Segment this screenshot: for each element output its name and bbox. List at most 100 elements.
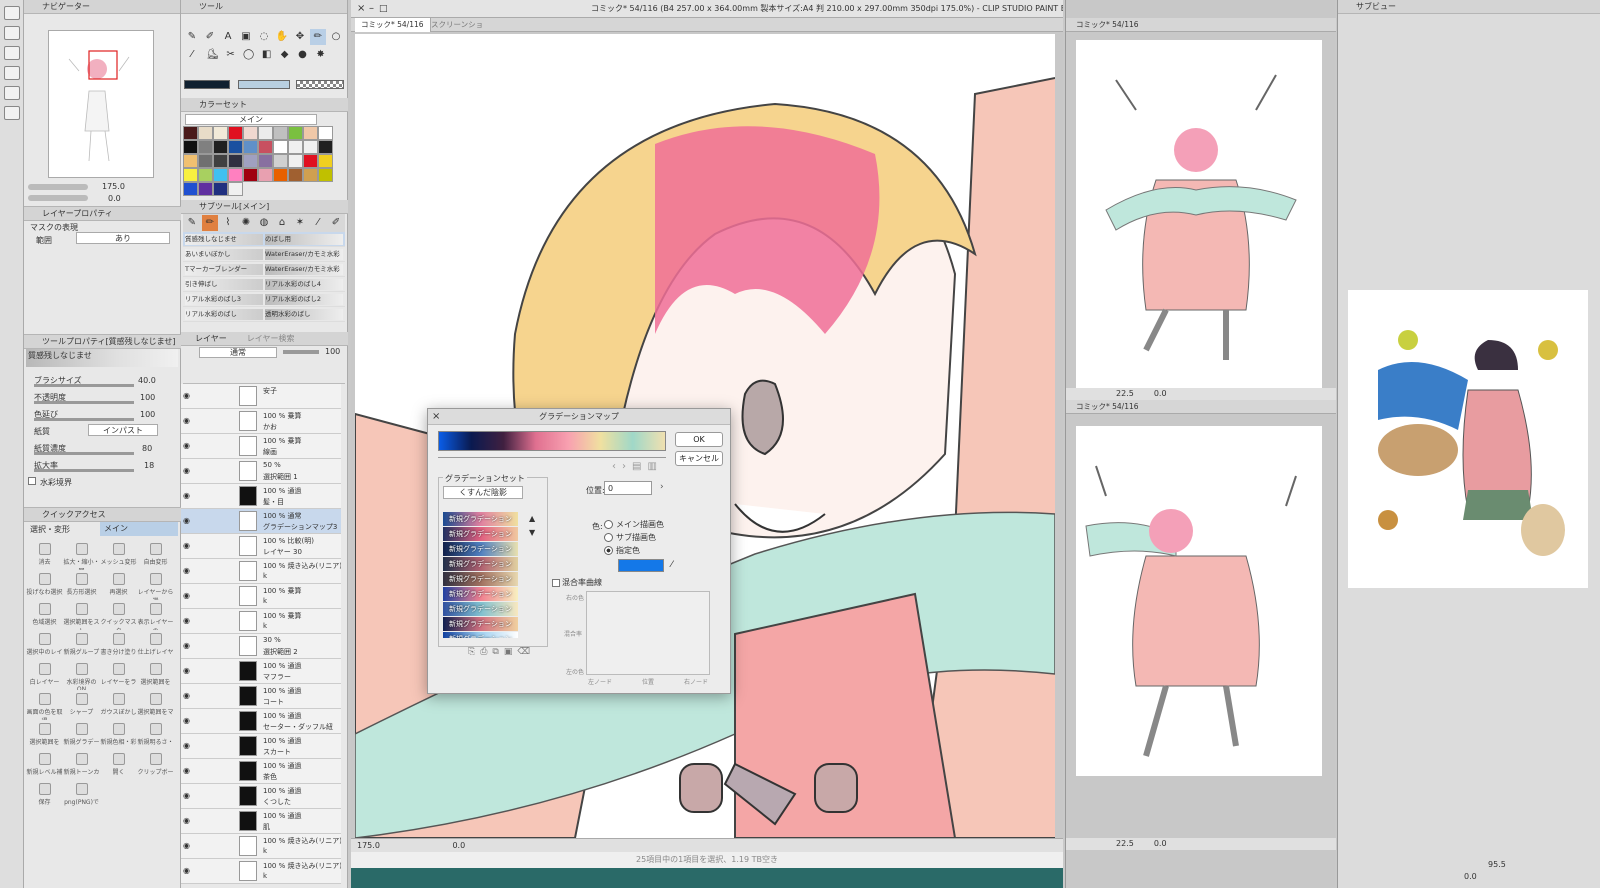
color-swatch[interactable]	[183, 168, 198, 182]
gradient-set-select[interactable]: くすんだ陰影	[443, 486, 523, 499]
quick-access-item[interactable]: クリップボー	[137, 750, 174, 780]
color-swatch[interactable]	[198, 154, 213, 168]
quick-access-item[interactable]: 長方形選択	[63, 570, 100, 600]
checkbox[interactable]	[552, 578, 560, 587]
position-next-icon[interactable]: ›	[660, 482, 664, 492]
param-paper-density[interactable]: 紙質濃度 80	[24, 440, 181, 457]
range-select[interactable]: あり	[76, 232, 170, 244]
subtool-item[interactable]: リアル水彩のばし	[185, 309, 263, 320]
main-color-chip[interactable]	[184, 80, 230, 89]
gradient-preset-item[interactable]: 新規グラデーション 4	[443, 632, 518, 638]
right-view-1-page[interactable]	[1076, 40, 1322, 388]
airbrush-subtool-icon[interactable]: ⌂	[274, 215, 290, 231]
quick-access-item[interactable]: シャープ	[63, 690, 100, 720]
color-swatch[interactable]	[228, 154, 243, 168]
splash-subtool-icon[interactable]: ✺	[238, 215, 254, 231]
tab-layer-search[interactable]: レイヤー検索	[247, 334, 295, 343]
info-icon[interactable]	[4, 106, 20, 120]
quick-access-item[interactable]: 仕上げレイヤー	[137, 630, 174, 660]
color-swatch[interactable]	[318, 140, 333, 154]
color-swatch[interactable]	[303, 140, 318, 154]
color-swatch[interactable]	[318, 154, 333, 168]
color-swatch[interactable]	[318, 168, 333, 182]
layer-row[interactable]: ◉ 30 % 選択範囲 2	[181, 634, 341, 659]
layer-row[interactable]: ◉ 100 % 乗算 k	[181, 584, 341, 609]
layer-blend-select[interactable]: 通常	[199, 347, 277, 358]
sub-color-chip[interactable]	[238, 80, 290, 89]
spray-subtool-icon[interactable]: ✶	[292, 215, 308, 231]
blend-subtool-icon[interactable]: ✏	[202, 215, 218, 231]
layer-row[interactable]: ◉ 100 % 乗算 かお	[181, 409, 341, 434]
visibility-eye-icon[interactable]: ◉	[183, 742, 193, 750]
param-paper[interactable]: 紙質 インパスト	[24, 423, 181, 440]
gradient-tool-icon[interactable]: ◧	[259, 47, 275, 63]
color-swatch[interactable]	[318, 126, 333, 140]
visibility-eye-icon[interactable]: ◉	[183, 592, 193, 600]
color-swatch[interactable]	[243, 140, 258, 154]
layer-row[interactable]: ◉ 100 % 比較(明) レイヤー 30	[181, 534, 341, 559]
quick-access-item[interactable]: 選択範囲を	[137, 660, 174, 690]
minimize-icon[interactable]: –	[369, 0, 374, 17]
subtool-item[interactable]: 引き伸ばし	[185, 279, 263, 290]
visibility-eye-icon[interactable]: ◉	[183, 667, 193, 675]
right-view-2-tab[interactable]: コミック* 54/116	[1070, 400, 1145, 414]
param-scale[interactable]: 拡大率 18	[24, 457, 181, 474]
close-icon[interactable]: ×	[357, 0, 365, 17]
quick-access-item[interactable]: 保存	[26, 780, 63, 810]
visibility-eye-icon[interactable]: ◉	[183, 567, 193, 575]
quick-access-item[interactable]: 投げなわ選択	[26, 570, 63, 600]
dialog-close-icon[interactable]: ×	[432, 409, 440, 425]
circle-tool-icon[interactable]: ○	[328, 29, 344, 45]
eyedrop-subtool-icon[interactable]: ⁄	[310, 215, 326, 231]
color-swatch[interactable]	[243, 154, 258, 168]
gradient-preview-bar[interactable]	[438, 431, 666, 451]
color-swatch[interactable]	[213, 182, 228, 196]
sparkle-tool-icon[interactable]: ✸	[313, 47, 329, 63]
subtool-item[interactable]: WaterEraser/カモミ水彩水	[265, 264, 343, 275]
color-swatch[interactable]	[288, 154, 303, 168]
layer-row[interactable]: ◉ 100 % 通過肌	[181, 809, 341, 834]
color-swatch[interactable]	[273, 140, 288, 154]
layer-row[interactable]: ◉ 100 % 乗算 線画	[181, 434, 341, 459]
color-swatch[interactable]	[183, 126, 198, 140]
subtool-item[interactable]: 質感残しなじませ	[185, 234, 263, 245]
color-option-specified[interactable]: 指定色	[604, 545, 640, 556]
visibility-eye-icon[interactable]: ◉	[183, 767, 193, 775]
layer-row[interactable]: ◉ 50 % 選択範囲 1	[181, 459, 341, 484]
layer-row[interactable]: ◉ 100 % 通過 コート	[181, 684, 341, 709]
color-swatch[interactable]	[243, 126, 258, 140]
quick-access-item[interactable]: 白レイヤー	[26, 660, 63, 690]
visibility-eye-icon[interactable]: ◉	[183, 617, 193, 625]
watercolor-subtool-icon[interactable]: ◍	[256, 215, 272, 231]
history-icon[interactable]	[4, 86, 20, 100]
color-swatch[interactable]	[198, 140, 213, 154]
pen-subtool-icon[interactable]: ✎	[184, 215, 200, 231]
gradient-preset-item[interactable]: 新規グラデーション 17	[443, 602, 518, 627]
visibility-eye-icon[interactable]: ◉	[183, 542, 193, 550]
layer-row[interactable]: ◉ 100 % 焼き込み(リニア) k	[181, 834, 341, 859]
subtool-item[interactable]: リアル水彩のばし2	[265, 294, 343, 305]
color-swatch[interactable]	[243, 168, 258, 182]
color-swatch[interactable]	[183, 140, 198, 154]
quick-access-item[interactable]: 消去	[26, 540, 63, 570]
fill-tool-icon[interactable]: ▣	[238, 29, 254, 45]
gradient-list-actions[interactable]: ⎘⎙⧉▣⌫	[468, 647, 535, 657]
quick-access-item[interactable]: 再選択	[100, 570, 137, 600]
gradient-preset-item[interactable]: 新規グラデーション 18	[443, 572, 518, 597]
layer-row[interactable]: ◉ 100 % 通過 セーター・ダッフル紐	[181, 709, 341, 734]
color-swatch[interactable]	[183, 182, 198, 196]
specified-color-swatch[interactable]	[618, 559, 664, 572]
layer-row[interactable]: ◉ 100 % 焼き込み(リニア) k	[181, 559, 341, 584]
layer-row[interactable]: ◉ 安子	[181, 384, 341, 409]
visibility-eye-icon[interactable]: ◉	[183, 817, 193, 825]
visibility-eye-icon[interactable]: ◉	[183, 792, 193, 800]
mix-curve-graph[interactable]	[586, 591, 710, 675]
layer-row[interactable]: ◉ 100 % 焼き込み(リニア) k	[181, 859, 341, 884]
color-option-main[interactable]: メイン描画色	[604, 519, 664, 530]
move-down-icon[interactable]: ▼	[529, 528, 535, 537]
color-swatch[interactable]	[273, 126, 288, 140]
radio-selected[interactable]	[604, 546, 613, 555]
quick-access-item[interactable]: 色域選択	[26, 600, 63, 630]
color-swatch[interactable]	[228, 140, 243, 154]
color-swatch[interactable]	[183, 154, 198, 168]
